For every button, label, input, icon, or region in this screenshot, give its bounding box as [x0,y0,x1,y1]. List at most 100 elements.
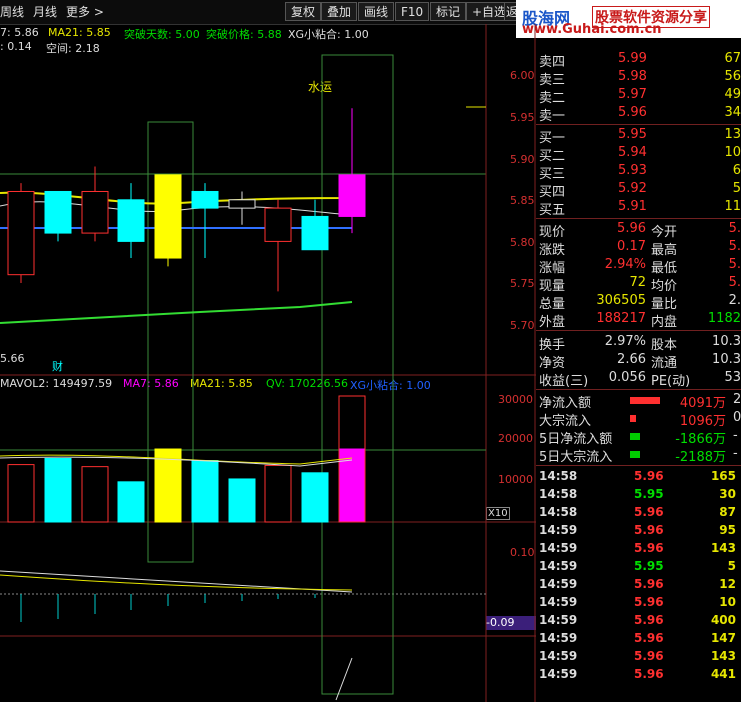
divider [536,465,741,466]
tick-volume: 5 [727,559,736,573]
ask-volume: 67 [724,51,741,66]
stat-label: 均价 [651,279,678,294]
finance-value: 2.66 [617,352,646,367]
tick-row: 14:59 5.96 95 [536,523,741,541]
stat-value: 1182 [707,311,741,326]
f10-button[interactable]: F10 [395,2,430,21]
tick-time: 14:58 [539,487,578,501]
tick-price: 5.95 [634,487,664,501]
candle-body [117,199,145,242]
ask-label: 卖四 [539,55,566,70]
tick-volume: 147 [710,631,736,645]
tick-price: 5.96 [634,469,664,483]
ask-label: 卖二 [539,91,566,106]
finance-row: 净资 2.66 流通 10.3 [536,352,741,371]
candlestick-series [7,108,366,292]
bid-label: 买四 [539,185,566,200]
finance-value: 0.056 [608,370,646,385]
volume-bar [44,457,72,523]
tick-price: 5.96 [634,541,664,555]
finance-label: PE(动) [651,374,691,389]
bid-price: 5.94 [618,145,647,160]
kline-chart[interactable] [0,24,536,702]
stat-row: 总量 306505 量比 2. [536,293,741,312]
overlay-button[interactable]: 叠加 [321,2,358,21]
tick-row: 14:59 5.96 441 [536,667,741,685]
flow-row: 大宗流入 1096万 0 [536,410,741,429]
stat-value: 2.94% [604,257,646,272]
stat-value: 188217 [596,311,646,326]
divider [536,389,741,390]
tick-time: 14:59 [539,595,578,609]
stat-label: 现量 [539,279,566,294]
watermark-url: www.Guhai.com.cn [522,22,662,37]
candle-body [301,215,329,251]
tick-time: 14:59 [539,649,578,663]
stat-label: 最高 [651,243,678,258]
bid-volume: 5 [732,181,741,196]
tick-volume: 165 [710,469,736,483]
flow-label: 5日净流入额 [539,432,613,447]
candle-body [81,190,109,234]
tick-volume: 400 [710,613,736,627]
period-week-tab[interactable]: 周线 [0,3,24,20]
tick-volume: 143 [710,649,736,663]
stat-value: 5. [728,275,741,290]
flow-value: -2188万 [675,450,726,465]
ask-volume: 56 [724,69,741,84]
finance-label: 净资 [539,356,566,371]
tick-time: 14:58 [539,469,578,483]
stat-label: 涨跌 [539,243,566,258]
fuquan-button[interactable]: 复权 [285,2,322,21]
bid-row: 买四 5.92 5 [536,181,741,200]
tick-volume: 143 [710,541,736,555]
bid-price: 5.92 [618,181,647,196]
bid-price: 5.93 [618,163,647,178]
stat-row: 涨跌 0.17 最高 5. [536,239,741,258]
ask-volume: 34 [724,105,741,120]
volume-bar [264,464,292,523]
tick-time: 14:59 [539,523,578,537]
bid-label: 买一 [539,131,566,146]
osc-signal-line [0,574,353,591]
tick-row: 14:59 5.96 12 [536,577,741,595]
bid-row: 买五 5.91 11 [536,199,741,218]
flow-extra: 0 [733,410,741,425]
stat-label: 今开 [651,225,678,240]
stat-row: 现量 72 均价 5. [536,275,741,294]
flow-bar [630,451,640,458]
watermark-logo: 股海网 股票软件资源分享 www.Guhai.com.cn [516,0,741,38]
flow-label: 净流入额 [539,396,592,411]
candle-body [264,207,292,242]
tick-volume: 30 [719,487,736,501]
bid-label: 买三 [539,167,566,182]
draw-line-button[interactable]: 画线 [358,2,395,21]
period-month-tab[interactable]: 月线 [33,3,57,20]
tick-price: 5.96 [634,613,664,627]
finance-label: 股本 [651,338,678,353]
tick-row: 14:59 5.96 400 [536,613,741,631]
tick-price: 5.96 [634,523,664,537]
volume-bar [191,460,219,523]
tick-row: 14:58 5.95 30 [536,487,741,505]
tick-row: 14:58 5.96 87 [536,505,741,523]
more-menu[interactable]: 更多 > [66,3,104,20]
tick-price: 5.95 [634,559,664,573]
divider [536,330,741,331]
stat-value: 5. [728,239,741,254]
candle-body [7,190,35,276]
bid-volume: 13 [724,127,741,142]
volume-bar [228,478,256,523]
mark-button[interactable]: 标记 [430,2,467,21]
bid-volume: 6 [732,163,741,178]
stat-value: 72 [629,275,646,290]
bid-price: 5.95 [618,127,647,142]
bid-volume: 10 [724,145,741,160]
tick-volume: 10 [719,595,736,609]
oscillator-series [0,570,353,622]
volume-bar [301,472,329,523]
ask-row: 卖三 5.98 56 [536,69,741,88]
tick-time: 14:59 [539,667,578,681]
volume-bar [338,448,366,523]
bid-label: 买五 [539,203,566,218]
